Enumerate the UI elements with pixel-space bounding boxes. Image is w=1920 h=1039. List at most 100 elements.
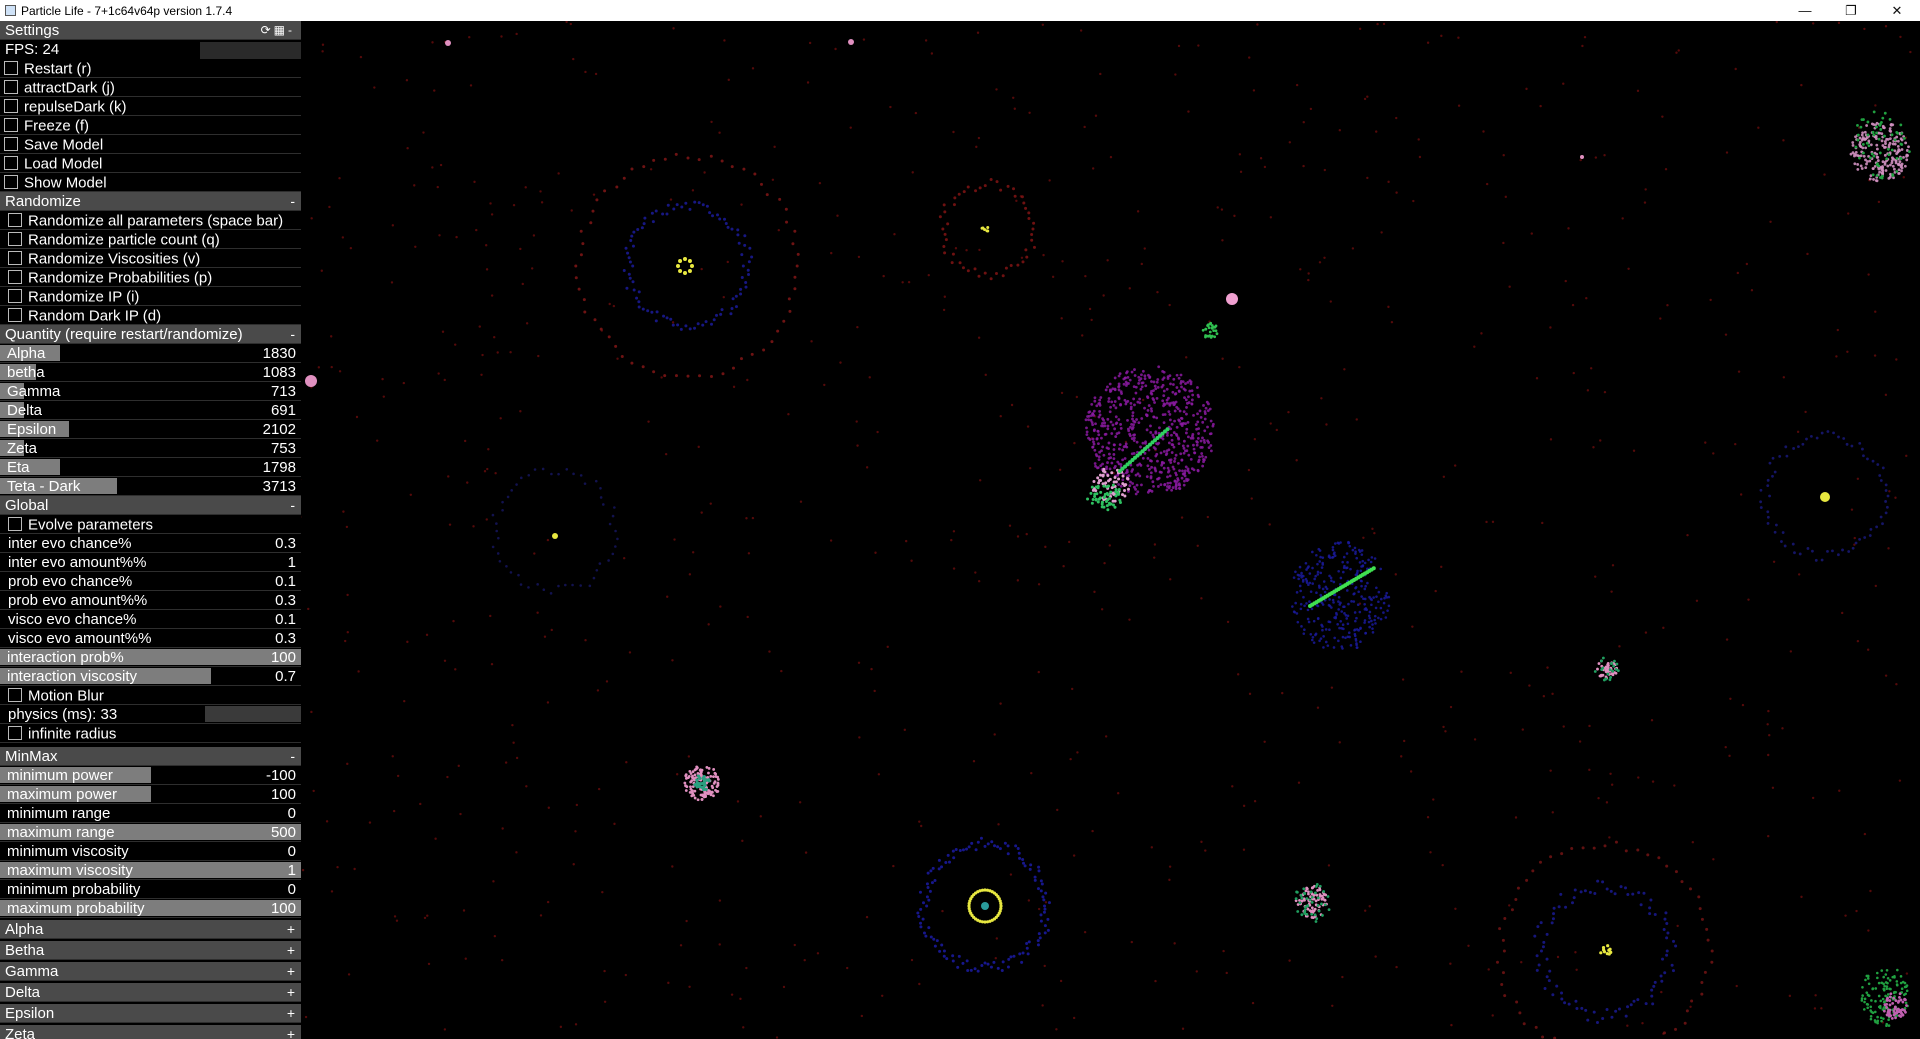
evolve-parameters-toggle[interactable]: Evolve parameters — [0, 515, 301, 534]
slider-minimum-probability[interactable]: minimum probability 0 — [0, 880, 301, 899]
slider-maximum-power[interactable]: maximum power 100 — [0, 785, 301, 804]
particle — [1346, 589, 1349, 592]
randomize-random-dark-ip-d[interactable]: Random Dark IP (d) — [0, 306, 301, 325]
slider-maximum-viscosity[interactable]: maximum viscosity 1 — [0, 861, 301, 880]
param-label: prob evo amount%% — [8, 592, 148, 609]
particle — [798, 801, 802, 804]
randomize-randomize-particle-count-q[interactable]: Randomize particle count (q) — [0, 230, 301, 249]
particle — [973, 267, 977, 271]
particle — [1695, 599, 1699, 602]
action-restart-r[interactable]: Restart (r) — [0, 59, 301, 78]
quantity-slider-zeta[interactable]: Zeta 753 — [0, 439, 301, 458]
panel-icons[interactable]: ⟳▦- — [261, 21, 295, 40]
particle — [540, 201, 544, 204]
checkbox[interactable] — [8, 289, 22, 304]
slider-minimum-viscosity[interactable]: minimum viscosity 0 — [0, 842, 301, 861]
checkbox[interactable] — [8, 308, 22, 323]
randomize-randomize-probabilities-p[interactable]: Randomize Probabilities (p) — [0, 268, 301, 287]
particle — [457, 764, 460, 768]
checkbox[interactable] — [8, 688, 22, 703]
param-visco-evo-chance[interactable]: visco evo chance% 0.1 — [0, 610, 301, 629]
param-visco-evo-amount[interactable]: visco evo amount%% 0.3 — [0, 629, 301, 648]
particle — [1148, 467, 1151, 471]
checkbox[interactable] — [8, 213, 22, 228]
slider-interaction-viscosity[interactable]: interaction viscosity 0.7 — [0, 667, 301, 686]
particle — [1905, 454, 1908, 458]
particle — [506, 495, 510, 499]
particle — [1178, 483, 1182, 487]
maximize-button[interactable]: ❐ — [1828, 0, 1874, 21]
group-header-delta[interactable]: Delta + — [0, 983, 301, 1002]
checkbox[interactable] — [8, 517, 22, 532]
checkbox[interactable] — [4, 137, 18, 152]
particle — [1051, 275, 1055, 279]
param-prob-evo-amount[interactable]: prob evo amount%% 0.3 — [0, 591, 301, 610]
particle — [716, 213, 720, 217]
quantity-slider-betha[interactable]: betha 1083 — [0, 363, 301, 382]
particle — [1872, 154, 1876, 158]
quantity-header[interactable]: Quantity (require restart/randomize) - — [0, 325, 301, 344]
group-header-zeta[interactable]: Zeta + — [0, 1025, 301, 1039]
settings-header[interactable]: Settings ⟳▦- — [0, 21, 301, 40]
randomize-randomize-viscosities-v[interactable]: Randomize Viscosities (v) — [0, 249, 301, 268]
action-show-model[interactable]: Show Model — [0, 173, 301, 192]
quantity-slider-epsilon[interactable]: Epsilon 2102 — [0, 420, 301, 439]
quantity-slider-eta[interactable]: Eta 1798 — [0, 458, 301, 477]
motion-blur-toggle[interactable]: Motion Blur — [0, 686, 301, 705]
particle — [1904, 992, 1907, 996]
infinite-radius-toggle[interactable]: infinite radius — [0, 724, 301, 743]
slider-interaction-prob[interactable]: interaction prob% 100 — [0, 648, 301, 667]
checkbox[interactable] — [8, 232, 22, 247]
checkbox[interactable] — [4, 156, 18, 171]
param-inter-evo-amount[interactable]: inter evo amount%% 1 — [0, 553, 301, 572]
group-header-alpha[interactable]: Alpha + — [0, 920, 301, 939]
group-header-epsilon[interactable]: Epsilon + — [0, 1004, 301, 1023]
checkbox[interactable] — [4, 61, 18, 76]
quantity-slider-delta[interactable]: Delta 691 — [0, 401, 301, 420]
slider-maximum-range[interactable]: maximum range 500 — [0, 823, 301, 842]
group-header-gamma[interactable]: Gamma + — [0, 962, 301, 981]
checkbox[interactable] — [4, 118, 18, 133]
minimize-button[interactable]: — — [1782, 0, 1828, 21]
slider-minimum-power[interactable]: minimum power -100 — [0, 766, 301, 785]
action-save-model[interactable]: Save Model — [0, 135, 301, 154]
group-header-betha[interactable]: Betha + — [0, 941, 301, 960]
quantity-slider-alpha[interactable]: Alpha 1830 — [0, 344, 301, 363]
particle — [1315, 553, 1318, 557]
global-header[interactable]: Global - — [0, 496, 301, 515]
checkbox[interactable] — [8, 251, 22, 266]
particle — [1149, 391, 1153, 395]
minmax-header[interactable]: MinMax - — [0, 747, 301, 766]
particle — [1090, 402, 1094, 406]
action-freeze-f[interactable]: Freeze (f) — [0, 116, 301, 135]
particle — [1886, 147, 1890, 151]
particle — [431, 166, 434, 169]
particle — [1331, 545, 1335, 549]
param-inter-evo-chance[interactable]: inter evo chance% 0.3 — [0, 534, 301, 553]
particle — [713, 771, 717, 775]
particle — [1037, 865, 1041, 869]
particle — [1570, 901, 1574, 905]
randomize-header[interactable]: Randomize - — [0, 192, 301, 211]
quantity-slider-teta-dark[interactable]: Teta - Dark 3713 — [0, 477, 301, 496]
action-attractdark-j[interactable]: attractDark (j) — [0, 78, 301, 97]
randomize-randomize-ip-i[interactable]: Randomize IP (i) — [0, 287, 301, 306]
close-button[interactable]: ✕ — [1874, 0, 1920, 21]
checkbox[interactable] — [8, 270, 22, 285]
checkbox[interactable] — [8, 726, 22, 741]
param-prob-evo-chance[interactable]: prob evo chance% 0.1 — [0, 572, 301, 591]
checkbox[interactable] — [4, 175, 18, 190]
action-load-model[interactable]: Load Model — [0, 154, 301, 173]
particle — [1161, 399, 1165, 403]
slider-minimum-range[interactable]: minimum range 0 — [0, 804, 301, 823]
quantity-slider-gamma[interactable]: Gamma 713 — [0, 382, 301, 401]
particle — [1196, 468, 1200, 472]
checkbox[interactable] — [4, 99, 18, 114]
slider-maximum-probability[interactable]: maximum probability 100 — [0, 899, 301, 918]
particle — [977, 580, 981, 583]
particle — [1111, 423, 1115, 427]
checkbox[interactable] — [4, 80, 18, 95]
randomize-randomize-all-parameters-space-bar[interactable]: Randomize all parameters (space bar) — [0, 211, 301, 230]
particle — [740, 276, 744, 280]
action-repulsedark-k[interactable]: repulseDark (k) — [0, 97, 301, 116]
